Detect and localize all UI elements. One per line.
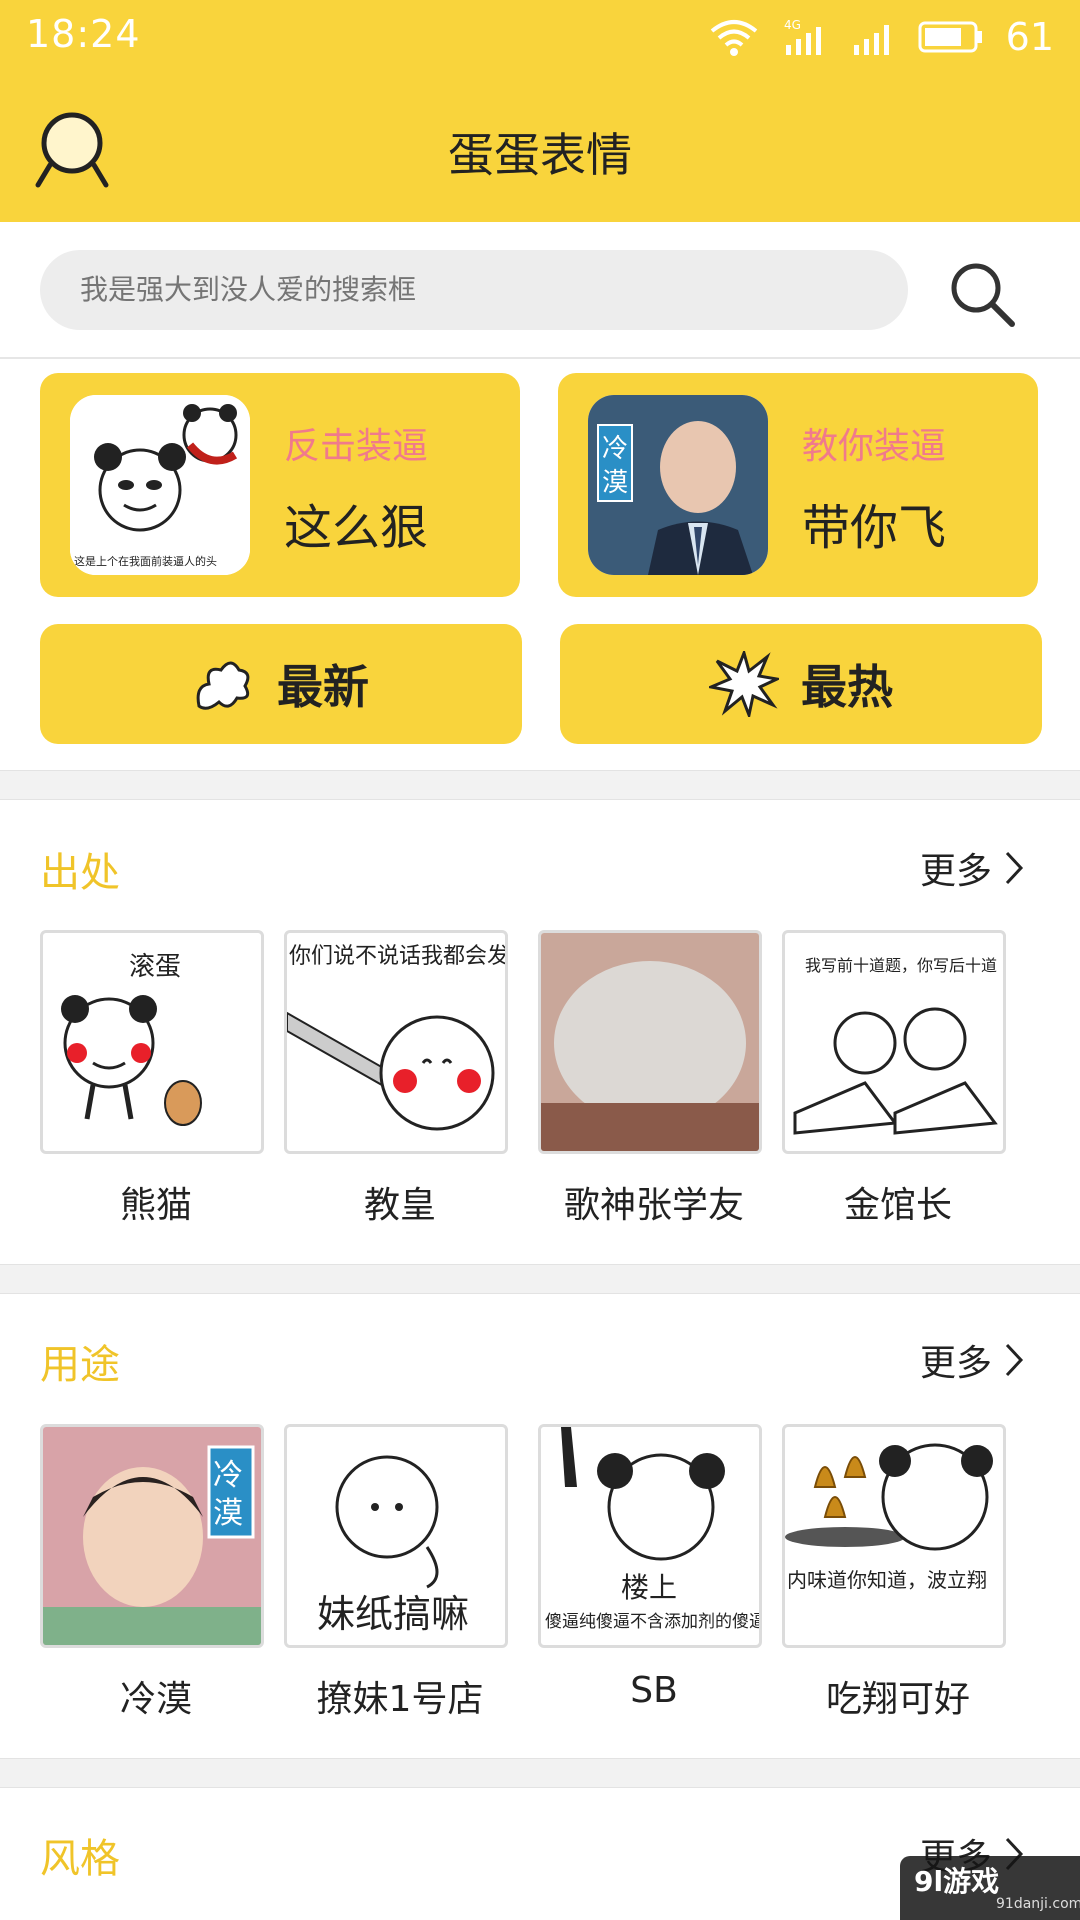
pope-thumb-image: 你们说不说话我都会发大招 [287,944,505,1131]
kim-thumb-image: 我写前十道题，你写后十道 [793,956,998,1135]
watermark-logo: 9l游戏 91danji.com [900,1856,1080,1920]
thumb-sb[interactable]: 楼上 傻逼纯傻逼不含添加剂的傻逼！ [538,1424,762,1648]
singer-thumb-image [541,933,759,1151]
portrait-meme-image: 冷 漠 [588,395,768,575]
feature-card-fight-back[interactable]: 这是上个在我面前装逼人的头 反击装逼 这么狠 [40,373,520,597]
thumb-panda[interactable]: 滚蛋 [40,930,264,1154]
thumb-caption: 我写前十道题，你写后十道 [805,956,997,975]
thumb-label: 吃翔可好 [825,1679,970,1720]
watermark-text: 9l游戏 [914,1865,1000,1898]
card-text: 这么狠 [284,500,429,556]
flirt-thumb-image: 妹纸搞嘛 [317,1455,469,1636]
thumb-pope[interactable]: 你们说不说话我都会发大招 [284,930,508,1154]
thumb-caption: 内味道你知道，波立翔 [787,1568,987,1592]
section-title-usage: 用途 [40,1342,120,1388]
card-image-caption-1: 冷 [602,434,628,464]
card-image-caption-2: 漠 [602,468,628,498]
search-button[interactable] [946,258,1018,330]
section-title-origin: 出处 [40,850,120,896]
thumb-label: SB [630,1670,678,1711]
chevron-right-icon [1005,851,1024,885]
chevron-right-icon [1005,1343,1024,1377]
section-more-usage[interactable]: 更多 [920,1334,1024,1386]
section-gap [0,1758,1080,1788]
battery-icon [918,21,982,53]
status-time: 18:24 [26,12,141,56]
splat-icon [196,661,250,710]
more-label: 更多 [920,851,993,892]
feature-card-teach[interactable]: 冷 漠 教你装逼 带你飞 [558,373,1038,597]
thumb-label: 撩妹1号店 [316,1679,484,1720]
thumb-singer[interactable] [538,930,762,1154]
hottest-label: 最热 [801,660,893,714]
child-thumb-image: 冷 漠 [43,1427,261,1645]
search-icon [951,263,1015,327]
card-image-panda: 这是上个在我面前装逼人的头 [70,395,250,575]
thumb-caption: 冷 [213,1458,243,1493]
divider [0,357,1080,359]
thumb-shit[interactable]: 内味道你知道，波立翔 [782,1424,1006,1648]
panda-thumb-image: 滚蛋 [61,952,202,1126]
search-bar [0,222,1080,357]
thumb-label: 歌神张学友 [563,1185,744,1226]
more-label: 更多 [920,1343,993,1384]
section-gap [0,1264,1080,1294]
section-title-style: 风格 [40,1836,120,1882]
thumb-flirt[interactable]: 妹纸搞嘛 [284,1424,508,1648]
card-tag: 反击装逼 [284,426,429,467]
card-image-caption: 这是上个在我面前装逼人的头 [74,554,217,568]
card-image-portrait: 冷 漠 [588,395,768,575]
sb-thumb-image: 楼上 傻逼纯傻逼不含添加剂的傻逼！ [541,1427,759,1632]
status-bar: 18:24 4G 61 [0,0,1080,75]
wifi-icon [710,20,757,56]
thumb-label: 冷漠 [119,1679,192,1720]
burst-icon [709,651,779,717]
thumb-caption: 漠 [213,1496,243,1531]
panda-meme-image: 这是上个在我面前装逼人的头 [70,395,250,575]
card-text: 带你飞 [802,500,947,556]
latest-label: 最新 [277,660,369,714]
thumb-caption: 妹纸搞嘛 [317,1592,469,1636]
app-bar: 蛋蛋表情 [0,75,1080,222]
cell-signal-4g-icon: 4G [784,18,821,55]
thumb-caption: 楼上 [621,1571,677,1604]
cell-signal-icon [853,25,889,55]
status-icons: 4G 61 [708,12,1054,62]
poop-thumb-image: 内味道你知道，波立翔 [785,1443,993,1592]
battery-percent: 61 [1005,15,1054,59]
thumb-caption: 你们说不说话我都会发大招 [289,944,505,969]
watermark-url: 91danji.com [996,1896,1080,1912]
section-more-origin[interactable]: 更多 [920,842,1024,894]
thumb-caption: 滚蛋 [129,952,181,982]
section-gap [0,770,1080,800]
thumb-label: 教皇 [363,1185,436,1226]
thumb-kim[interactable]: 我写前十道题，你写后十道 [782,930,1006,1154]
card-tag: 教你装逼 [802,426,947,467]
latest-button[interactable]: 最新 [40,624,522,744]
app-title: 蛋蛋表情 [448,128,632,182]
thumb-caption-2: 傻逼纯傻逼不含添加剂的傻逼！ [545,1612,759,1632]
hottest-button[interactable]: 最热 [560,624,1042,744]
network-type-label: 4G [784,18,801,32]
thumb-label: 熊猫 [119,1185,192,1226]
search-input[interactable] [40,250,908,330]
thumb-cold[interactable]: 冷 漠 [40,1424,264,1648]
thumb-label: 金馆长 [843,1185,952,1226]
